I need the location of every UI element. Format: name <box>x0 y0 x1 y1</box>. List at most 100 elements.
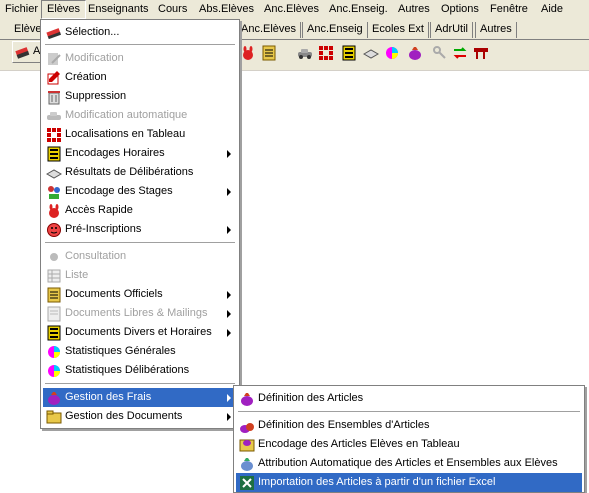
toolbar-first-button[interactable]: A <box>12 41 42 63</box>
transfer-arrows-icon[interactable] <box>452 45 468 61</box>
menu-item-label: Importation des Articles à partir d'un f… <box>258 476 496 488</box>
list-icon <box>47 269 61 283</box>
submenu-item-encodage-articles[interactable]: Encodage des Articles Elèves en Tableau <box>236 435 582 454</box>
menu-fenetre[interactable]: Fenêtre <box>485 0 533 19</box>
menu-item-label: Documents Officiels <box>65 288 163 300</box>
schedule-icon[interactable] <box>341 45 357 61</box>
car-icon[interactable] <box>297 45 313 61</box>
menu-item-acces-rapide[interactable]: Accès Rapide <box>43 201 237 220</box>
menu-item-label: Statistiques Générales <box>65 345 176 357</box>
menu-item-gestion-documents[interactable]: Gestion des Documents <box>43 407 237 426</box>
gestion-frais-submenu: Définition des Articles Définition des E… <box>233 385 585 493</box>
pie-chart-icon[interactable] <box>384 45 400 61</box>
create-icon <box>47 71 60 85</box>
menu-item-selection[interactable]: Sélection... <box>43 23 237 42</box>
menu-item-resultats-deliberations[interactable]: Résultats de Délibérations <box>43 163 237 182</box>
auto-assign-icon <box>241 458 253 471</box>
submenu-item-importation-excel[interactable]: Importation des Articles à partir d'un f… <box>236 473 582 492</box>
folder-icon <box>46 410 62 424</box>
menu-separator <box>238 411 580 413</box>
submenu-item-definition-articles[interactable]: Définition des Articles <box>236 389 582 408</box>
menu-item-label: Définition des Ensembles d'Articles <box>258 419 430 431</box>
menu-item-label: Encodage des Stages <box>65 185 173 197</box>
menu-item-pre-inscriptions[interactable]: Pré-Inscriptions <box>43 220 237 239</box>
menu-options[interactable]: Options <box>436 0 484 19</box>
submenu-arrow-icon <box>227 394 231 402</box>
tab-autres[interactable]: Autres <box>475 22 517 38</box>
schedule-icon <box>47 146 61 162</box>
menu-item-gestion-frais[interactable]: Gestion des Frais <box>43 388 237 407</box>
submenu-arrow-icon <box>227 310 231 318</box>
tools-icon[interactable] <box>473 45 489 61</box>
menu-item-localisations[interactable]: Localisations en Tableau <box>43 125 237 144</box>
submenu-arrow-icon <box>227 329 231 337</box>
eleves-menu: Sélection... Modification Création Suppr… <box>40 19 240 429</box>
menu-enseignants[interactable]: Enseignants <box>83 0 154 19</box>
menu-item-label: Documents Divers et Horaires <box>65 326 212 338</box>
tab-ecoles-ext[interactable]: Ecoles Ext <box>367 22 429 38</box>
submenu-item-attribution-automatique[interactable]: Attribution Automatique des Articles et … <box>236 454 582 473</box>
menu-item-label: Sélection... <box>65 26 120 38</box>
menu-abs-eleves[interactable]: Abs.Elèves <box>194 0 259 19</box>
menu-separator <box>45 242 235 244</box>
consult-icon <box>50 253 58 261</box>
rabbit-icon <box>49 204 59 218</box>
menu-item-documents-libres: Documents Libres & Mailings <box>43 304 237 323</box>
rabbit-icon[interactable] <box>240 45 256 61</box>
menu-autres[interactable]: Autres <box>393 0 435 19</box>
menu-separator <box>45 383 235 385</box>
money-bag-icon[interactable] <box>407 45 423 61</box>
submenu-arrow-icon <box>227 226 231 234</box>
menu-item-label: Liste <box>65 269 89 281</box>
menu-item-label: Suppression <box>65 90 127 102</box>
money-bag-icon <box>241 393 253 406</box>
menu-item-creation[interactable]: Création <box>43 68 237 87</box>
car-icon <box>47 112 61 120</box>
submenu-arrow-icon <box>227 150 231 158</box>
menu-item-label: Accès Rapide <box>65 204 133 216</box>
menu-item-label: Encodage des Articles Elèves en Tableau <box>258 438 460 450</box>
tab-anc-eleves[interactable]: Anc.Elèves <box>236 22 302 38</box>
menu-item-label: Localisations en Tableau <box>65 128 186 140</box>
menu-item-encodage-stages[interactable]: Encodage des Stages <box>43 182 237 201</box>
menu-item-label: Gestion des Documents <box>65 410 183 422</box>
smiley-icon <box>47 223 61 237</box>
menu-item-label: Création <box>65 71 107 83</box>
pie-chart-icon <box>48 365 60 377</box>
menu-item-documents-divers[interactable]: Documents Divers et Horaires <box>43 323 237 342</box>
menu-item-suppression[interactable]: Suppression <box>43 87 237 106</box>
mailing-icon <box>47 306 61 322</box>
menu-item-label: Pré-Inscriptions <box>65 223 142 235</box>
documents-icon <box>47 325 61 341</box>
excel-icon <box>240 476 254 490</box>
menu-item-statistiques-deliberations[interactable]: Statistiques Délibérations <box>43 361 237 380</box>
menu-fichier[interactable]: Fichier <box>0 0 43 19</box>
menu-aide[interactable]: Aide <box>536 0 568 19</box>
menu-item-label: Définition des Articles <box>258 392 364 404</box>
menu-item-documents-officiels[interactable]: Documents Officiels <box>43 285 237 304</box>
menu-item-label: Consultation <box>65 250 127 262</box>
money-bags-icon <box>240 423 254 433</box>
submenu-arrow-icon <box>227 291 231 299</box>
scroll-icon <box>46 169 62 179</box>
table-icon <box>239 439 255 452</box>
menu-anc-eleves[interactable]: Anc.Elèves <box>259 0 324 19</box>
tab-anc-enseig[interactable]: Anc.Enseig <box>302 22 368 38</box>
menu-item-modification-automatique: Modification automatique <box>43 106 237 125</box>
key-icon[interactable] <box>432 45 448 61</box>
submenu-item-definition-ensembles[interactable]: Définition des Ensembles d'Articles <box>236 416 582 435</box>
menu-anc-enseig[interactable]: Anc.Enseig. <box>324 0 393 19</box>
document-icon <box>47 287 61 303</box>
eraser-icon <box>15 47 30 59</box>
menu-item-modification: Modification <box>43 49 237 68</box>
tab-adrutil[interactable]: AdrUtil <box>430 22 474 38</box>
menu-item-encodages-horaires[interactable]: Encodages Horaires <box>43 144 237 163</box>
money-bag-icon <box>48 392 60 405</box>
menu-item-statistiques-generales[interactable]: Statistiques Générales <box>43 342 237 361</box>
grid-icon[interactable] <box>318 45 334 61</box>
scroll-icon[interactable] <box>363 45 379 61</box>
document-icon[interactable] <box>261 45 277 61</box>
menu-item-label: Gestion des Frais <box>65 391 152 403</box>
menu-cours[interactable]: Cours <box>153 0 192 19</box>
menu-eleves[interactable]: Elèves <box>41 0 87 19</box>
